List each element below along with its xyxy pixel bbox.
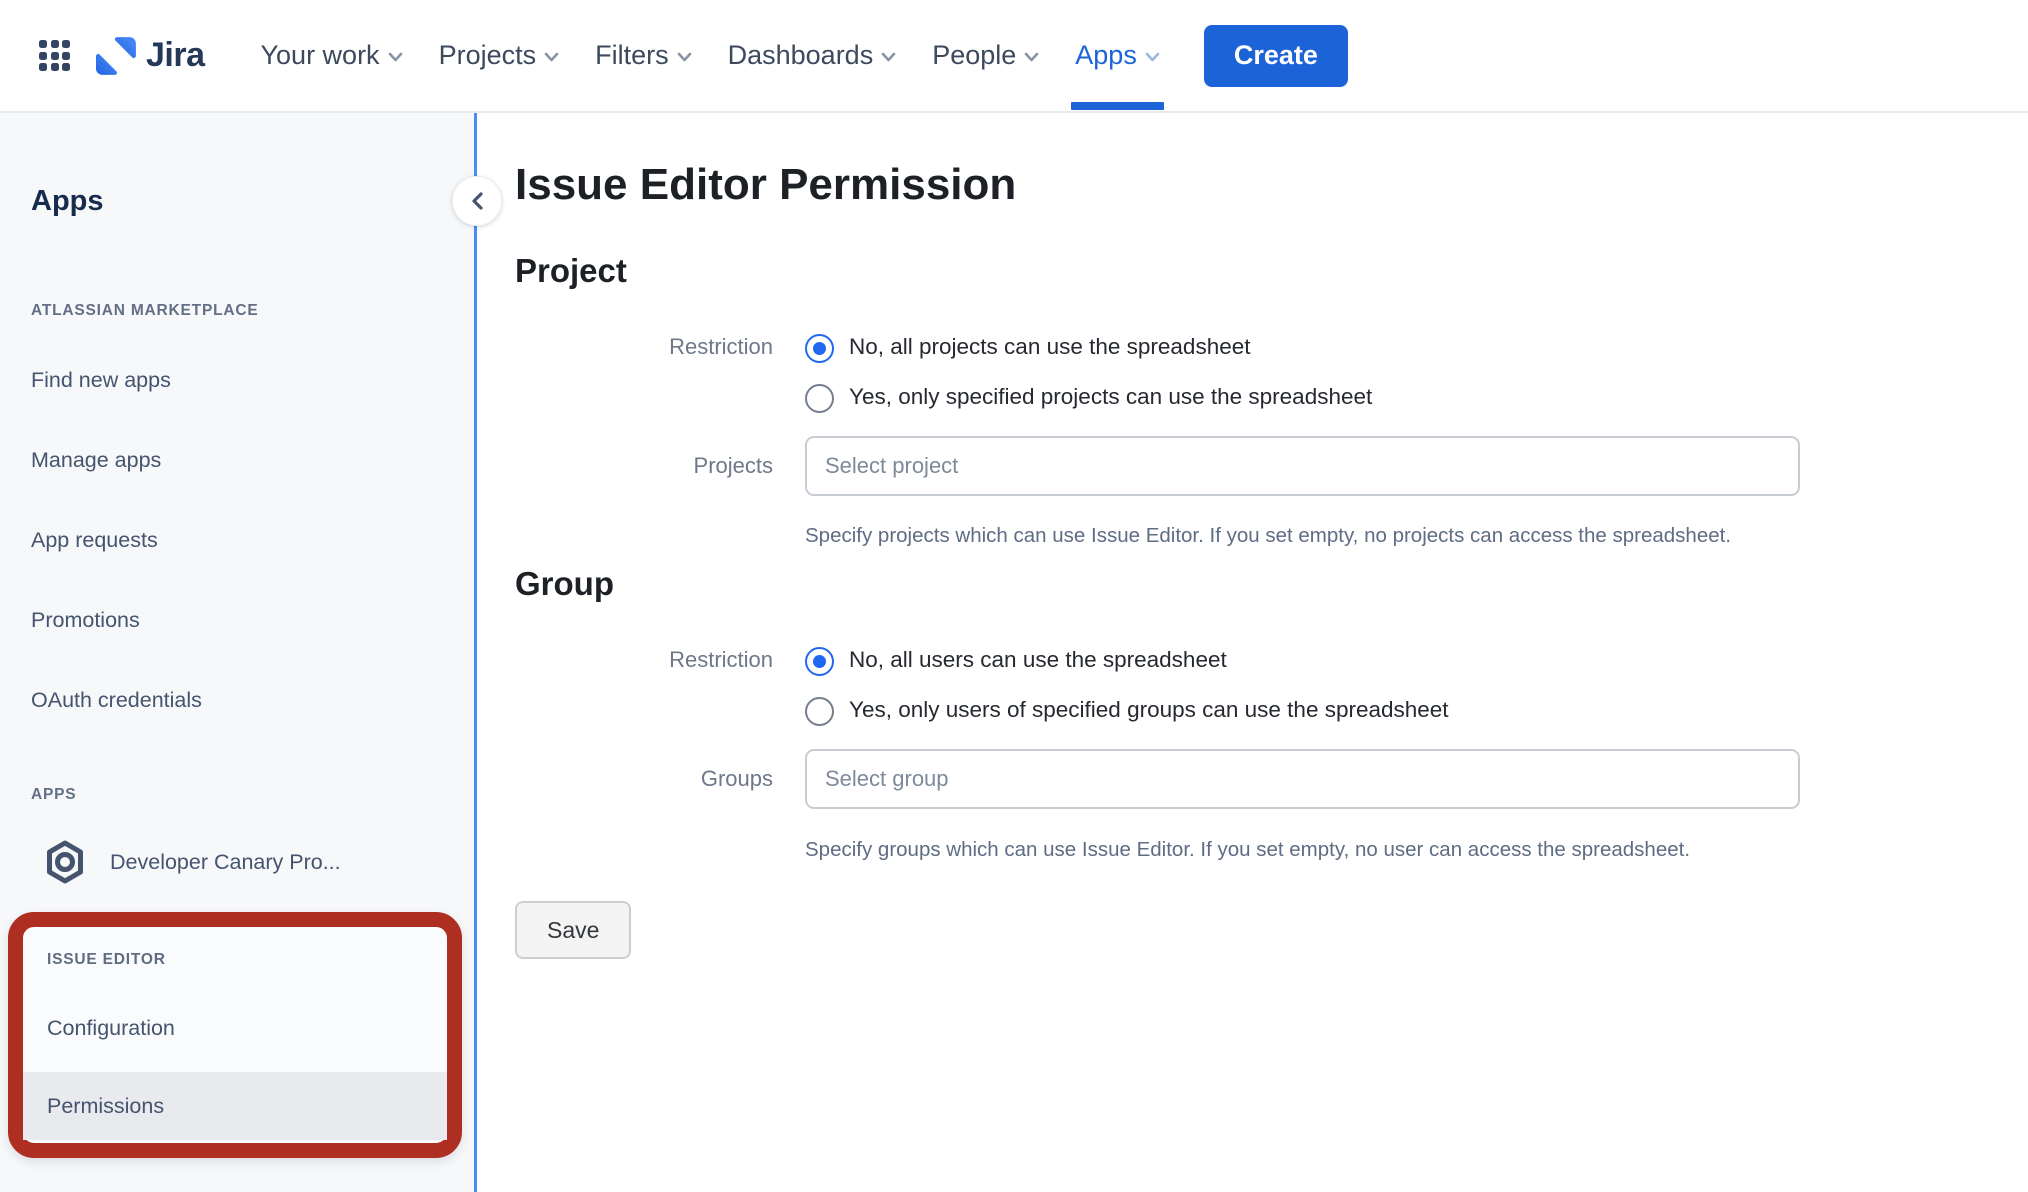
chevron-down-icon	[677, 52, 692, 62]
sidebar-collapse-button[interactable]	[452, 176, 502, 226]
projects-label: Projects	[515, 436, 773, 496]
nav-item-dashboards[interactable]: Dashboards	[728, 0, 897, 112]
chevron-left-icon	[470, 191, 484, 211]
jira-logo[interactable]: Jira	[96, 35, 205, 77]
chevron-down-icon	[881, 52, 896, 62]
group-radio-specified-label[interactable]: Yes, only users of specified groups can …	[849, 695, 1449, 725]
app-hexagon-icon	[44, 839, 86, 885]
group-heading: Group	[515, 565, 614, 603]
jira-logo-icon	[96, 35, 138, 77]
group-restriction-row-1: Restriction No, all users can use the sp…	[515, 645, 1227, 676]
sidebar: Apps ATLASSIAN MARKETPLACE Find new apps…	[0, 113, 474, 1192]
sidebar-item-developer-canary[interactable]: Developer Canary Pro...	[44, 839, 341, 885]
top-nav: Jira Your work Projects Filters Dashboar…	[0, 0, 2028, 113]
project-select-input[interactable]	[805, 436, 1800, 496]
sidebar-item-find-new-apps[interactable]: Find new apps	[31, 366, 171, 394]
group-radio-specified[interactable]	[805, 697, 834, 726]
project-heading: Project	[515, 252, 627, 290]
groups-help-text: Specify groups which can use Issue Edito…	[805, 838, 1690, 862]
projects-help-text: Specify projects which can use Issue Edi…	[805, 524, 1731, 548]
section-header-marketplace: ATLASSIAN MARKETPLACE	[31, 302, 258, 320]
save-button[interactable]: Save	[515, 901, 631, 959]
nav-menu: Your work Projects Filters Dashboards Pe…	[261, 0, 1160, 112]
chevron-down-icon	[1145, 52, 1160, 62]
project-restriction-row-1: Restriction No, all projects can use the…	[515, 332, 1250, 363]
restriction-label: Restriction	[515, 332, 773, 362]
project-restriction-row-2: Yes, only specified projects can use the…	[515, 382, 1372, 413]
nav-item-projects[interactable]: Projects	[439, 0, 560, 112]
nav-item-people[interactable]: People	[932, 0, 1039, 112]
group-radio-all-label[interactable]: No, all users can use the spreadsheet	[849, 645, 1227, 675]
jira-logo-text: Jira	[146, 36, 205, 75]
chevron-down-icon	[388, 52, 403, 62]
page-title: Issue Editor Permission	[515, 160, 1016, 210]
sidebar-item-permissions[interactable]: Permissions	[23, 1072, 447, 1140]
create-button[interactable]: Create	[1204, 25, 1348, 87]
sidebar-item-configuration[interactable]: Configuration	[47, 1014, 175, 1042]
annotation-box: ISSUE EDITOR Configuration Permissions	[8, 912, 462, 1158]
sidebar-title: Apps	[31, 185, 104, 218]
app-switcher-icon[interactable]	[39, 40, 70, 71]
group-radio-all[interactable]	[805, 647, 834, 676]
projects-field-row: Projects	[515, 436, 1800, 496]
project-radio-all-label[interactable]: No, all projects can use the spreadsheet	[849, 332, 1250, 362]
sidebar-item-manage-apps[interactable]: Manage apps	[31, 446, 161, 474]
project-radio-specified[interactable]	[805, 384, 834, 413]
groups-label: Groups	[515, 749, 773, 809]
project-radio-all[interactable]	[805, 334, 834, 363]
group-restriction-row-2: Yes, only users of specified groups can …	[515, 695, 1449, 726]
sidebar-item-app-requests[interactable]: App requests	[31, 526, 158, 554]
app-name: Developer Canary Pro...	[110, 850, 341, 875]
groups-field-row: Groups	[515, 749, 1800, 809]
sidebar-item-oauth-credentials[interactable]: OAuth credentials	[31, 686, 202, 714]
chevron-down-icon	[544, 52, 559, 62]
restriction-label: Restriction	[515, 645, 773, 675]
nav-item-apps[interactable]: Apps	[1075, 0, 1160, 112]
nav-item-filters[interactable]: Filters	[595, 0, 692, 112]
group-select-input[interactable]	[805, 749, 1800, 809]
project-radio-specified-label[interactable]: Yes, only specified projects can use the…	[849, 382, 1372, 412]
nav-item-your-work[interactable]: Your work	[261, 0, 403, 112]
sidebar-item-promotions[interactable]: Promotions	[31, 606, 140, 634]
sidebar-divider	[474, 113, 477, 1192]
chevron-down-icon	[1024, 52, 1039, 62]
section-header-apps: APPS	[31, 786, 76, 804]
section-header-issue-editor: ISSUE EDITOR	[47, 951, 166, 969]
